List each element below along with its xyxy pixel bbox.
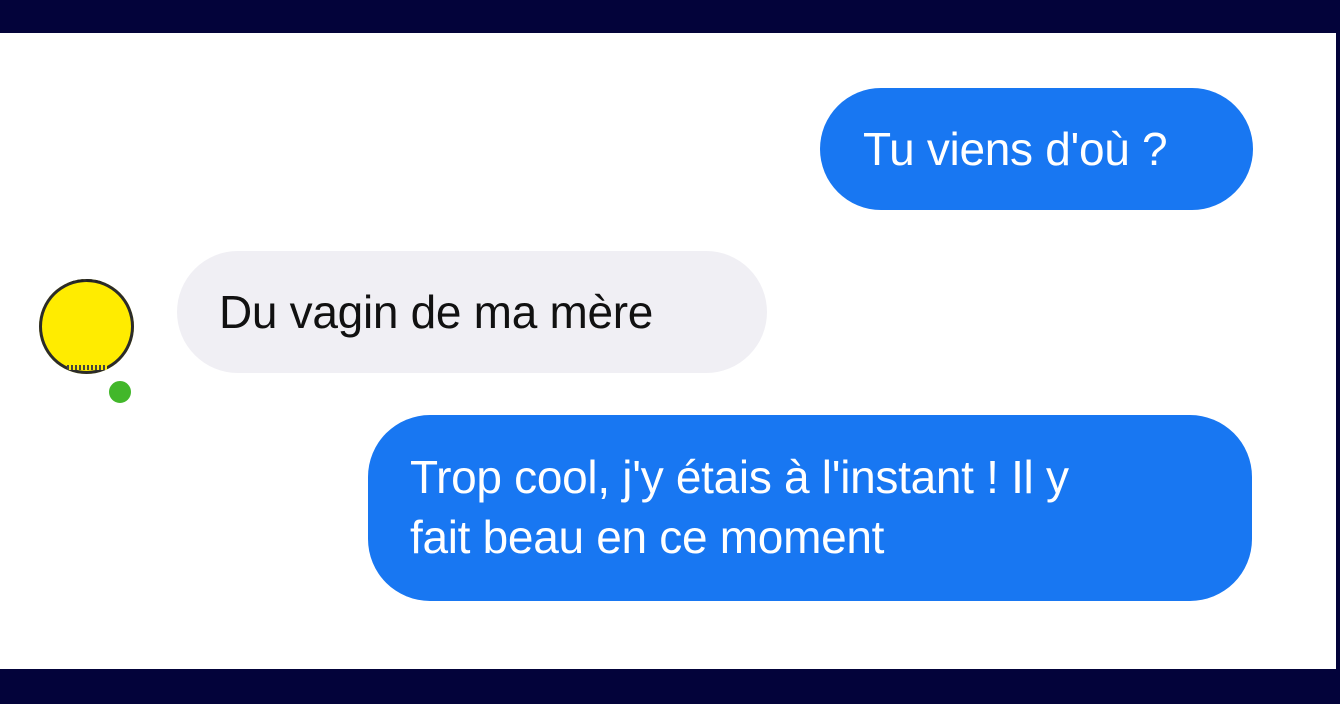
avatar-decoration <box>67 365 107 370</box>
chat-thread: Tu viens d'où ? Du vagin de ma mère Trop… <box>0 33 1336 669</box>
sent-message-bubble[interactable]: Tu viens d'où ? <box>820 88 1253 210</box>
sent-message-bubble[interactable]: Trop cool, j'y étais à l'instant ! Il y … <box>368 415 1252 601</box>
received-message-bubble[interactable]: Du vagin de ma mère <box>177 251 767 373</box>
contact-avatar[interactable] <box>39 279 134 374</box>
online-status-icon <box>105 377 135 407</box>
avatar-decoration <box>49 279 124 292</box>
